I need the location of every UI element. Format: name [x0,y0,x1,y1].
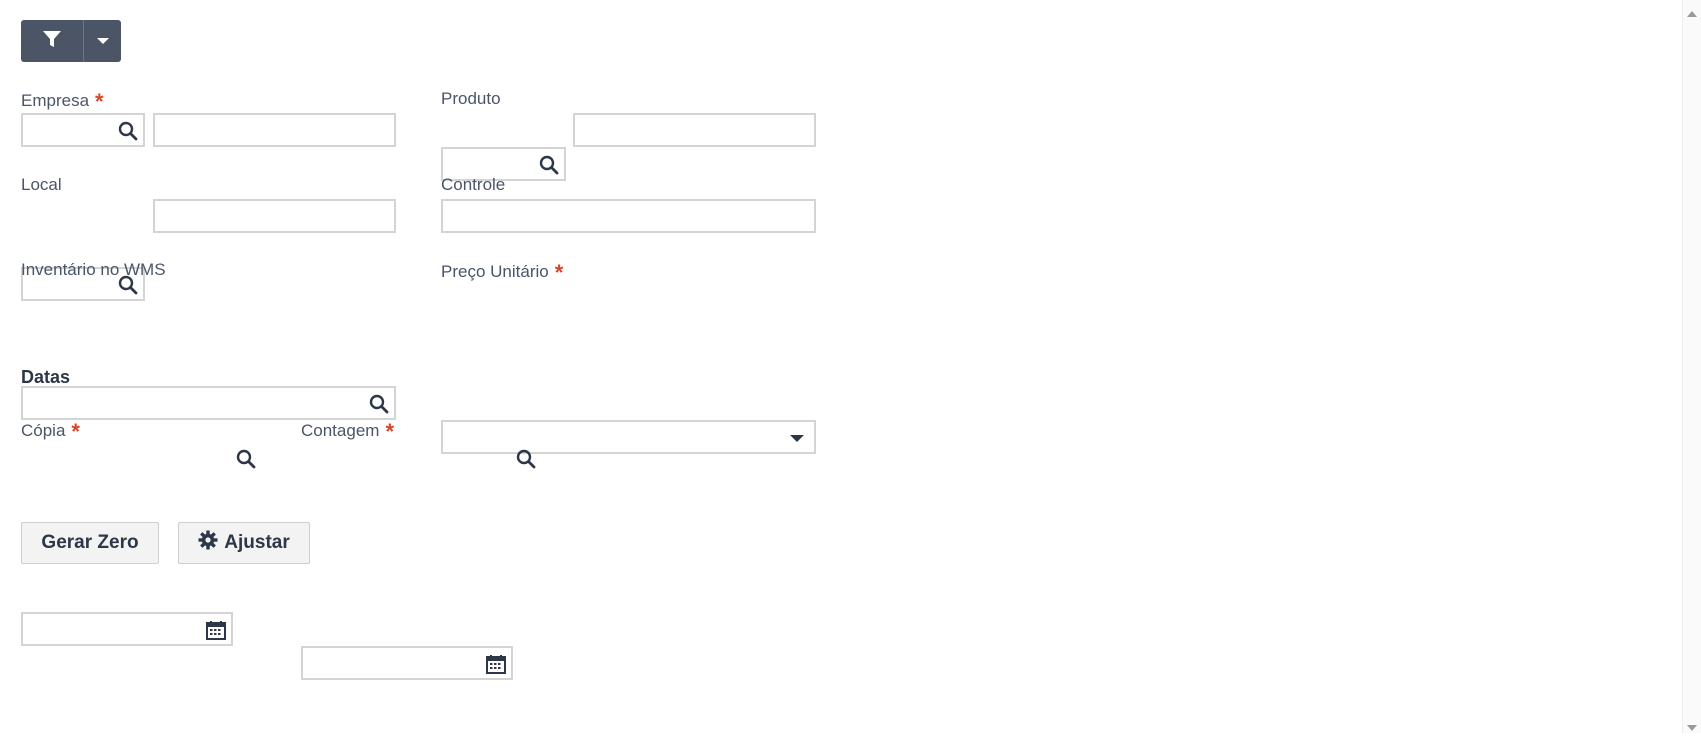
preco-select-value[interactable] [443,422,814,452]
empresa-label-text: Empresa [21,91,90,110]
inventario-label-text: Inventário no WMS [21,260,166,279]
contagem-date-input[interactable] [303,648,511,678]
inventario-label: Inventário no WMS [21,260,166,280]
empresa-description-input[interactable] [155,115,394,145]
search-icon[interactable] [538,155,560,175]
scroll-up-icon[interactable] [1687,4,1697,22]
gerar-zero-button[interactable]: Gerar Zero [21,522,159,564]
required-marker: * [95,89,104,114]
preco-label-text: Preço Unitário [441,262,549,281]
produto-description-field[interactable] [573,113,816,147]
ajustar-button[interactable]: Ajustar [178,522,310,564]
calendar-icon[interactable] [205,620,227,640]
controle-label-text: Controle [441,175,506,194]
scroll-down-icon[interactable] [1687,718,1697,736]
copia-date-input[interactable] [23,614,231,644]
controle-field[interactable] [441,199,816,233]
search-icon[interactable] [516,449,536,474]
filter-icon [42,29,62,54]
copia-date-field[interactable] [21,612,233,646]
controle-label: Controle [441,175,505,195]
search-icon[interactable] [117,121,139,141]
filter-button[interactable] [21,20,83,62]
filter-split-button [21,20,121,62]
empresa-code-field[interactable] [21,113,145,147]
gear-icon [198,530,218,556]
ajustar-label: Ajustar [224,532,290,553]
contagem-label-text: Contagem [301,421,380,440]
inventario-input[interactable] [23,388,394,418]
local-label: Local [21,175,62,195]
required-marker: * [554,260,564,285]
contagem-date-field[interactable] [301,646,513,680]
copia-label: Cópia * [21,419,80,444]
local-description-field[interactable] [153,199,396,233]
caret-down-icon [96,32,109,50]
produto-label-text: Produto [441,89,501,108]
local-description-input[interactable] [155,201,394,231]
produto-description-input[interactable] [575,115,814,145]
preco-label: Preço Unitário * [441,260,564,285]
inventario-field[interactable] [21,386,396,420]
required-marker: * [71,419,80,444]
chevron-down-icon[interactable] [786,428,808,448]
contagem-label: Contagem * [301,419,394,444]
empresa-description-field[interactable] [153,113,396,147]
preco-select[interactable] [441,420,816,454]
calendar-icon[interactable] [485,654,507,674]
filter-dropdown-button[interactable] [84,20,121,62]
section-title-datas: Datas [21,367,71,387]
local-label-text: Local [21,175,62,194]
search-icon[interactable] [368,394,390,414]
required-marker: * [385,419,394,444]
empresa-label: Empresa * [21,89,104,114]
copia-label-text: Cópia [21,421,66,440]
search-icon[interactable] [236,449,256,474]
controle-input[interactable] [443,201,814,231]
gerar-zero-label: Gerar Zero [41,532,139,553]
vertical-scrollbar[interactable] [1682,0,1701,733]
produto-label: Produto [441,89,501,109]
